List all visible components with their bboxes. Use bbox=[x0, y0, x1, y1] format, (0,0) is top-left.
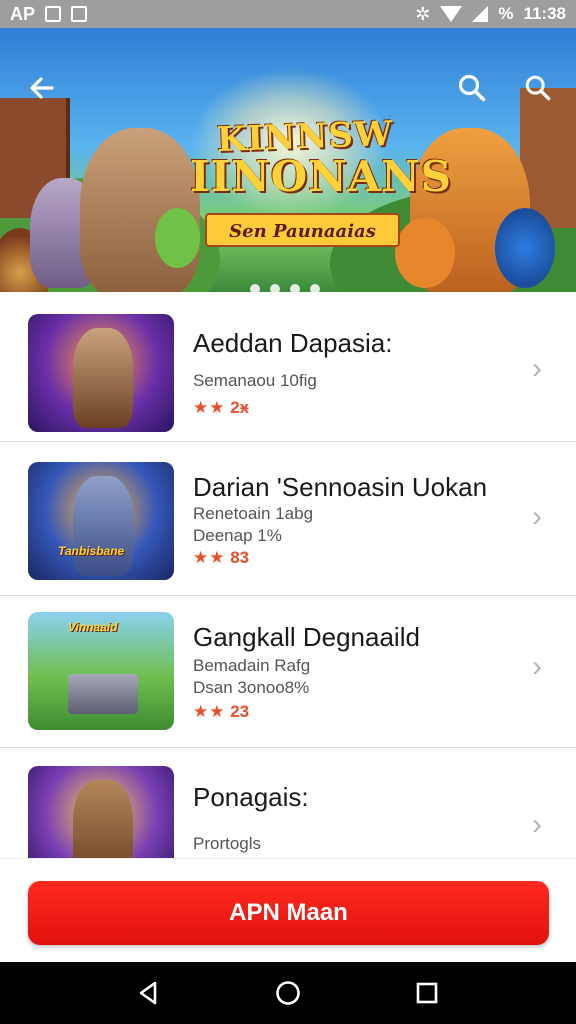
item-title: Ponagais: bbox=[193, 782, 309, 812]
item-title: Darian 'Sennoasin Uokan bbox=[193, 472, 488, 502]
carousel-dots[interactable] bbox=[250, 284, 320, 292]
primary-action-button[interactable]: APN Maan bbox=[28, 881, 549, 945]
chevron-right-icon[interactable]: › bbox=[522, 810, 552, 840]
carousel-dot[interactable] bbox=[290, 284, 300, 292]
thumbnail-label: Vinnaaid bbox=[68, 620, 118, 634]
star-icon: ★★ bbox=[193, 702, 226, 721]
thumbnail-character bbox=[73, 780, 133, 858]
list-item[interactable]: Ponagais: Prortogls › bbox=[0, 752, 576, 858]
image-icon bbox=[71, 6, 88, 22]
thumbnail-label: Tanbisbane bbox=[58, 544, 125, 558]
banner-subtitle: Sen Paunaaias bbox=[205, 213, 400, 247]
game-thumbnail[interactable] bbox=[28, 314, 174, 432]
list-item[interactable]: Aeddan Dapasia: Semanaou 10fig ★★ 2ӿ › bbox=[0, 292, 576, 442]
banner-blue-shield bbox=[495, 208, 555, 288]
banner-title-line2: IINONANS bbox=[190, 152, 452, 201]
item-rating: ★★ 83 bbox=[193, 548, 249, 568]
status-bar: AP ✲ % 11:38 bbox=[0, 0, 576, 28]
chevron-right-icon[interactable]: › bbox=[522, 652, 552, 682]
item-title: Aeddan Dapasia: bbox=[193, 328, 393, 358]
item-meta: Dsan 3onoo8% bbox=[193, 678, 310, 697]
star-icon: ★★ bbox=[193, 398, 226, 417]
item-subtitle: Bemadain Rafg bbox=[193, 656, 311, 675]
back-arrow-icon[interactable] bbox=[22, 68, 62, 108]
thumbnail-character bbox=[73, 476, 133, 576]
star-icon: ★★ bbox=[193, 548, 226, 567]
list-item[interactable]: Tanbisbane Darian 'Sennoasin Uokan Renet… bbox=[0, 446, 576, 596]
back-triangle-icon[interactable] bbox=[129, 973, 169, 1013]
carousel-dot[interactable] bbox=[250, 284, 260, 292]
chevron-right-icon[interactable]: › bbox=[522, 502, 552, 532]
game-thumbnail[interactable]: Tanbisbane bbox=[28, 462, 174, 580]
item-title: Gangkall Degnaaild bbox=[193, 622, 420, 652]
search-icon[interactable] bbox=[518, 68, 558, 108]
thumbnail-chest bbox=[68, 674, 138, 714]
signal-icon bbox=[472, 6, 489, 22]
home-circle-icon[interactable] bbox=[268, 973, 308, 1013]
clock: 11:38 bbox=[523, 4, 566, 23]
settings-gear-icon: ✲ bbox=[415, 3, 431, 24]
recents-square-icon[interactable] bbox=[407, 973, 447, 1013]
chevron-right-icon[interactable]: › bbox=[522, 354, 552, 384]
item-rating: ★★ 2ӿ bbox=[193, 398, 249, 418]
rating-value: 2ӿ bbox=[230, 398, 250, 417]
item-meta: Prortogls bbox=[193, 834, 262, 853]
item-subtitle: Semanaou 10fig bbox=[193, 371, 317, 390]
item-rating: ★★ 23 bbox=[193, 702, 249, 722]
game-thumbnail[interactable]: Vinnaaid bbox=[28, 612, 174, 730]
bottom-action-area: APN Maan bbox=[0, 858, 576, 962]
system-nav-bar bbox=[0, 962, 576, 1024]
list-item[interactable]: Vinnaaid Gangkall Degnaaild Bemadain Raf… bbox=[0, 598, 576, 748]
item-subtitle: Renetoain 1abg bbox=[193, 504, 314, 523]
carrier-label: AP bbox=[10, 3, 36, 24]
hero-banner[interactable]: KINNSW IINONANS Sen Paunaaias bbox=[0, 28, 576, 292]
banner-character-goblin bbox=[155, 208, 200, 268]
game-list: Aeddan Dapasia: Semanaou 10fig ★★ 2ӿ › T… bbox=[0, 292, 576, 858]
carousel-dot[interactable] bbox=[270, 284, 280, 292]
wifi-icon bbox=[440, 6, 463, 22]
carousel-dot[interactable] bbox=[310, 284, 320, 292]
banner-title: KINNSW IINONANS bbox=[190, 114, 452, 201]
search-icon[interactable] bbox=[452, 68, 492, 108]
thumbnail-character bbox=[73, 328, 133, 428]
item-meta: Deenap 1% bbox=[193, 526, 282, 545]
rating-value: 83 bbox=[230, 548, 250, 567]
banner-character-small-fox bbox=[395, 218, 455, 288]
battery-label: % bbox=[498, 4, 514, 23]
banner-title-line1: KINNSW bbox=[216, 113, 394, 161]
rating-value: 23 bbox=[230, 702, 250, 721]
notification-box-icon bbox=[45, 6, 62, 22]
game-thumbnail[interactable] bbox=[28, 766, 174, 858]
